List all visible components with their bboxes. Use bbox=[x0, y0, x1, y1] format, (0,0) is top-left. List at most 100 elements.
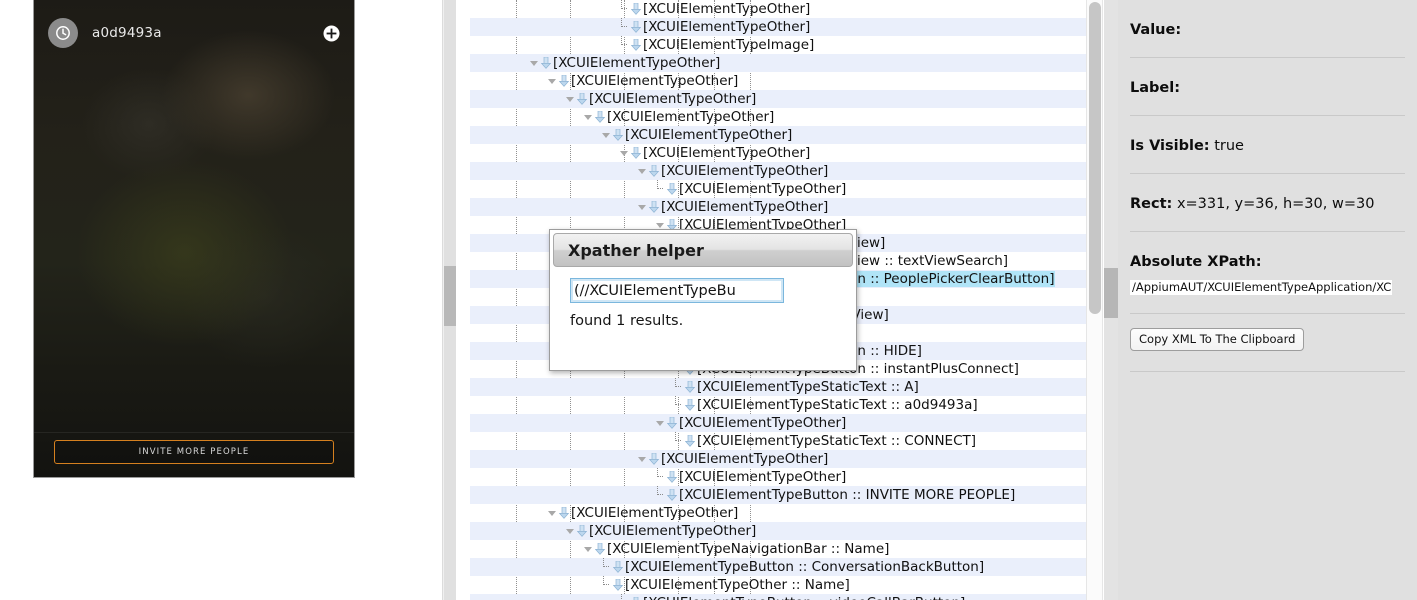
xpather-helper-dialog[interactable]: Xpather helper found 1 results. bbox=[549, 229, 857, 371]
tree-leaf-connector-icon bbox=[674, 378, 683, 396]
chevron-down-icon[interactable] bbox=[584, 108, 593, 126]
chevron-down-icon[interactable] bbox=[602, 126, 611, 144]
tree-row[interactable]: [XCUIElementTypeOther] bbox=[470, 198, 1086, 216]
tree-row[interactable]: [XCUIElementTypeOther] bbox=[470, 180, 1086, 198]
tree-node-label[interactable]: [XCUIElementTypeOther] bbox=[660, 451, 829, 467]
chevron-down-icon[interactable] bbox=[620, 144, 629, 162]
tree-row[interactable]: [XCUIElementTypeOther] bbox=[470, 90, 1086, 108]
tree-row[interactable]: [XCUIElementTypeOther] bbox=[470, 0, 1086, 18]
tree-row[interactable]: [XCUIElementTypeStaticText :: A] bbox=[470, 378, 1086, 396]
invite-more-people-button[interactable]: INVITE MORE PEOPLE bbox=[54, 440, 334, 464]
tree-row[interactable]: [XCUIElementTypeOther] bbox=[470, 162, 1086, 180]
tree-node-label[interactable]: [XCUIElementTypeOther] bbox=[660, 199, 829, 215]
node-arrow-icon bbox=[665, 180, 678, 198]
node-arrow-icon bbox=[647, 162, 660, 180]
tree-vertical-scrollbar[interactable] bbox=[1086, 0, 1103, 600]
xpath-query-input[interactable] bbox=[570, 278, 784, 303]
tree-row[interactable]: [XCUIElementTypeButton :: videoCallBarBu… bbox=[470, 594, 1086, 600]
tree-row[interactable]: [XCUIElementTypeOther] bbox=[470, 468, 1086, 486]
tree-row-content: [XCUIElementTypeStaticText :: A] bbox=[470, 378, 920, 396]
tree-row[interactable]: [XCUIElementTypeOther] bbox=[470, 108, 1086, 126]
tree-row-content: [XCUIElementTypeOther] bbox=[470, 522, 757, 540]
absolute-xpath-value[interactable]: /AppiumAUT/XCUIElementTypeApplication/XC… bbox=[1130, 280, 1392, 295]
detail-absolute-xpath-label: Absolute XPath: bbox=[1130, 254, 1262, 270]
tree-row[interactable]: [XCUIElementTypeButton :: INVITE MORE PE… bbox=[470, 486, 1086, 504]
tree-node-label[interactable]: [XCUIElementTypeButton :: ConversationBa… bbox=[624, 559, 985, 575]
tree-node-label[interactable]: [XCUIElementTypeOther] bbox=[678, 469, 847, 485]
detail-rect: Rect: x=331, y=36, h=30, w=30 bbox=[1130, 196, 1374, 212]
chevron-down-icon[interactable] bbox=[548, 504, 557, 522]
tree-node-label[interactable]: [XCUIElementTypeNavigationBar :: Name] bbox=[606, 541, 890, 557]
tree-node-label[interactable]: [XCUIElementTypeButton :: INVITE MORE PE… bbox=[678, 487, 1016, 503]
tree-node-label[interactable]: [XCUIElementTypeStaticText :: A] bbox=[696, 379, 920, 395]
chevron-down-icon[interactable] bbox=[638, 198, 647, 216]
tree-row-content: [XCUIElementTypeOther] bbox=[470, 54, 721, 72]
tree-row-content: [XCUIElementTypeOther] bbox=[470, 198, 829, 216]
tree-node-label[interactable]: [XCUIElementTypeOther] bbox=[642, 145, 811, 161]
tree-node-label[interactable]: [XCUIElementTypeOther] bbox=[660, 163, 829, 179]
tree-node-label[interactable]: [XCUIElementTypeOther] bbox=[624, 127, 793, 143]
tree-node-label[interactable]: [XCUIElementTypeOther] bbox=[570, 73, 739, 89]
tree-row[interactable]: [XCUIElementTypeOther :: Name] bbox=[470, 576, 1086, 594]
chevron-down-icon[interactable] bbox=[656, 414, 665, 432]
detail-row-copy-xml: Copy XML To The Clipboard bbox=[1130, 314, 1405, 372]
detail-is-visible: Is Visible: true bbox=[1130, 138, 1244, 154]
left-pane-scrollbar-thumb[interactable] bbox=[444, 266, 456, 326]
window-vertical-scrollbar-thumb[interactable] bbox=[1104, 268, 1118, 318]
tree-node-label[interactable]: [XCUIElementTypeOther] bbox=[588, 523, 757, 539]
tree-node-label[interactable]: [XCUIElementTypeOther :: Name] bbox=[624, 577, 851, 593]
chevron-down-icon[interactable] bbox=[584, 540, 593, 558]
detail-row-label: Label: bbox=[1130, 58, 1405, 116]
chevron-down-icon[interactable] bbox=[638, 162, 647, 180]
tree-row[interactable]: [XCUIElementTypeStaticText :: a0d9493a] bbox=[470, 396, 1086, 414]
chevron-down-icon[interactable] bbox=[566, 90, 575, 108]
tree-node-label[interactable]: [XCUIElementTypeStaticText :: a0d9493a] bbox=[696, 397, 979, 413]
tree-node-label[interactable]: [XCUIElementTypeStaticText :: CONNECT] bbox=[696, 433, 977, 449]
tree-node-label[interactable]: [XCUIElementTypeButton :: videoCallBarBu… bbox=[642, 595, 966, 600]
tree-row[interactable]: [XCUIElementTypeOther] bbox=[470, 144, 1086, 162]
tree-row[interactable]: [XCUIElementTypeStaticText :: CONNECT] bbox=[470, 432, 1086, 450]
tree-row[interactable]: [XCUIElementTypeOther] bbox=[470, 414, 1086, 432]
chevron-down-icon[interactable] bbox=[638, 450, 647, 468]
tree-node-label[interactable]: [XCUIElementTypeOther] bbox=[570, 505, 739, 521]
tree-leaf-connector-icon bbox=[620, 36, 629, 54]
copy-xml-to-clipboard-button[interactable]: Copy XML To The Clipboard bbox=[1130, 328, 1305, 351]
xpather-helper-titlebar[interactable]: Xpather helper bbox=[553, 233, 853, 267]
tree-node-label[interactable]: [XCUIElementTypeImage] bbox=[642, 37, 815, 53]
tree-row[interactable]: [XCUIElementTypeOther] bbox=[470, 450, 1086, 468]
tree-row[interactable]: [XCUIElementTypeOther] bbox=[470, 54, 1086, 72]
window-vertical-scrollbar[interactable] bbox=[1104, 0, 1118, 600]
tree-row[interactable]: [XCUIElementTypeNavigationBar :: Name] bbox=[470, 540, 1086, 558]
tree-node-label[interactable]: [XCUIElementTypeOther] bbox=[678, 181, 847, 197]
tree-node-label[interactable]: [XCUIElementTypeOther] bbox=[606, 109, 775, 125]
chevron-down-icon[interactable] bbox=[548, 72, 557, 90]
chevron-down-icon[interactable] bbox=[566, 522, 575, 540]
tree-row[interactable]: [XCUIElementTypeOther] bbox=[470, 72, 1086, 90]
tree-row[interactable]: [XCUIElementTypeOther] bbox=[470, 504, 1086, 522]
tree-row[interactable]: [XCUIElementTypeOther] bbox=[470, 126, 1086, 144]
node-arrow-icon bbox=[629, 594, 642, 600]
tree-row[interactable]: [XCUIElementTypeOther] bbox=[470, 522, 1086, 540]
tree-row[interactable]: [XCUIElementTypeImage] bbox=[470, 36, 1086, 54]
tree-vertical-scrollbar-thumb[interactable] bbox=[1089, 2, 1101, 314]
detail-value: Value: bbox=[1130, 22, 1181, 38]
tree-row[interactable]: [XCUIElementTypeButton :: ConversationBa… bbox=[470, 558, 1086, 576]
tree-node-label[interactable]: [XCUIElementTypeOther] bbox=[642, 19, 811, 35]
tree-node-label[interactable]: [XCUIElementTypeOther] bbox=[588, 91, 757, 107]
device-screen[interactable]: a0d9493a INVITE MORE PEOPLE bbox=[33, 0, 355, 478]
tree-node-label[interactable]: [XCUIElementTypeOther] bbox=[642, 1, 811, 17]
tree-node-label[interactable]: [XCUIElementTypeOther] bbox=[678, 415, 847, 431]
tree-node-label[interactable]: [XCUIElementTypeOther] bbox=[552, 55, 721, 71]
tree-row-content: [XCUIElementTypeStaticText :: CONNECT] bbox=[470, 432, 977, 450]
plus-circle-icon[interactable] bbox=[323, 25, 340, 42]
tree-row[interactable]: [XCUIElementTypeOther] bbox=[470, 18, 1086, 36]
tree-row-content: [XCUIElementTypeOther] bbox=[470, 72, 739, 90]
chevron-down-icon[interactable] bbox=[530, 54, 539, 72]
left-pane-scrollbar[interactable] bbox=[442, 0, 456, 600]
